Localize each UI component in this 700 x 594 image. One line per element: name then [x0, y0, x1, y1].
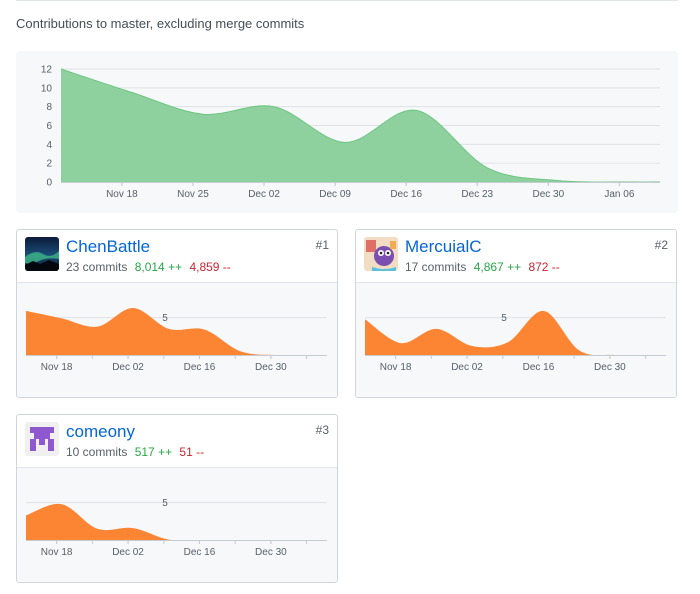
contributor-card-3: comeony 10 commits 517 ++ 51 -- #3 5 Nov … — [16, 414, 338, 583]
contributor-card-header: comeony 10 commits 517 ++ 51 -- #3 — [17, 415, 337, 468]
commit-count: 10 commits — [66, 445, 128, 459]
y-tick-label: 5 — [501, 313, 507, 324]
x-tick-label: Dec 02 — [112, 547, 144, 558]
series-area — [26, 503, 327, 541]
contributor-stats: 23 commits 8,014 ++ 4,859 -- — [66, 260, 231, 274]
contributor-username-link[interactable]: MercuialC — [405, 237, 482, 257]
y-tick-label: 2 — [46, 159, 52, 170]
contributor-chart-svg: 5 Nov 18 Dec 02 Dec 16 Dec 30 — [26, 498, 327, 558]
x-tick-label: Dec 16 — [390, 189, 422, 200]
cartoon-avatar-icon — [364, 237, 398, 271]
deletions-count: 872 -- — [528, 260, 560, 274]
contributor-username-link[interactable]: comeony — [66, 422, 135, 442]
contributor-username-link[interactable]: ChenBattle — [66, 237, 150, 257]
x-tick-label: Jan 06 — [604, 189, 634, 200]
x-tick-label: Dec 30 — [594, 362, 626, 373]
y-tick-label: 0 — [46, 178, 52, 189]
x-tick-label: Dec 09 — [319, 189, 351, 200]
x-tick-label: Dec 02 — [112, 362, 144, 373]
y-tick-label: 5 — [162, 313, 168, 324]
x-tick-label: Dec 16 — [523, 362, 555, 373]
x-tick-label: Nov 18 — [380, 362, 412, 373]
x-tick-label: Nov 25 — [177, 189, 209, 200]
series-area — [26, 307, 327, 356]
contributor-rank: #1 — [315, 238, 329, 252]
y-tick-label: 6 — [46, 121, 52, 132]
contributions-chart[interactable]: 0 2 4 6 8 10 12 Nov 18 Nov 25 Dec 02 Dec 09 Dec 16 D… — [16, 51, 678, 213]
aurora-avatar-icon — [25, 237, 59, 271]
contributions-chart-svg: 0 2 4 6 8 10 12 Nov 18 Nov 25 Dec 02 Dec 09 Dec 16 D… — [41, 65, 661, 200]
x-tick-label: Nov 18 — [41, 547, 73, 558]
x-tick-label: Dec 02 — [451, 362, 483, 373]
x-tick-label: Dec 30 — [255, 362, 287, 373]
deletions-count: 4,859 -- — [189, 260, 231, 274]
contributor-card-1: ChenBattle 23 commits 8,014 ++ 4,859 -- … — [16, 229, 338, 398]
y-tick-label: 12 — [41, 65, 53, 76]
contributor-rank: #2 — [654, 238, 668, 252]
contributor-chart-svg: 5 Nov 18 Dec 02 Dec 16 Dec 30 — [26, 307, 327, 373]
contributor-card-2: MercuialC 17 commits 4,867 ++ 872 -- #2 … — [355, 229, 677, 398]
y-tick-label: 10 — [41, 83, 53, 94]
x-tick-label: Dec 23 — [461, 189, 493, 200]
contributor-chart-svg: 5 Nov 18 Dec 02 Dec 16 Dec 30 — [365, 310, 666, 373]
additions-count: 8,014 ++ — [134, 260, 183, 274]
y-tick-label: 4 — [46, 140, 52, 151]
y-tick-label: 5 — [162, 498, 168, 509]
deletions-count: 51 -- — [179, 445, 205, 459]
x-tick-label: Nov 18 — [41, 362, 73, 373]
x-tick-label: Dec 02 — [248, 189, 280, 200]
contributor-chart[interactable]: 5 Nov 18 Dec 02 Dec 16 Dec 30 — [356, 283, 676, 397]
x-tick-label: Nov 18 — [106, 189, 138, 200]
identicon-avatar-icon — [25, 422, 59, 456]
additions-count: 4,867 ++ — [473, 260, 522, 274]
avatar[interactable] — [25, 237, 59, 271]
contributor-rank: #3 — [315, 423, 329, 437]
x-tick-label: Dec 30 — [255, 547, 287, 558]
commit-count: 23 commits — [66, 260, 128, 274]
x-tick-label: Dec 16 — [184, 362, 216, 373]
contributor-chart[interactable]: 5 Nov 18 Dec 02 Dec 16 Dec 30 — [17, 468, 337, 582]
contributor-chart[interactable]: 5 Nov 18 Dec 02 Dec 16 Dec 30 — [17, 283, 337, 397]
contributor-card-header: MercuialC 17 commits 4,867 ++ 872 -- #2 — [356, 230, 676, 283]
contributor-stats: 10 commits 517 ++ 51 -- — [66, 445, 204, 459]
top-divider — [16, 0, 678, 1]
x-tick-label: Dec 30 — [532, 189, 564, 200]
commit-count: 17 commits — [405, 260, 467, 274]
additions-count: 517 ++ — [134, 445, 173, 459]
contributor-stats: 17 commits 4,867 ++ 872 -- — [405, 260, 560, 274]
y-tick-label: 8 — [46, 102, 52, 113]
contributor-card-header: ChenBattle 23 commits 8,014 ++ 4,859 -- … — [17, 230, 337, 283]
avatar[interactable] — [25, 422, 59, 456]
page-subtitle: Contributions to master, excluding merge… — [16, 16, 305, 31]
avatar[interactable] — [364, 237, 398, 271]
x-tick-label: Dec 16 — [184, 547, 216, 558]
